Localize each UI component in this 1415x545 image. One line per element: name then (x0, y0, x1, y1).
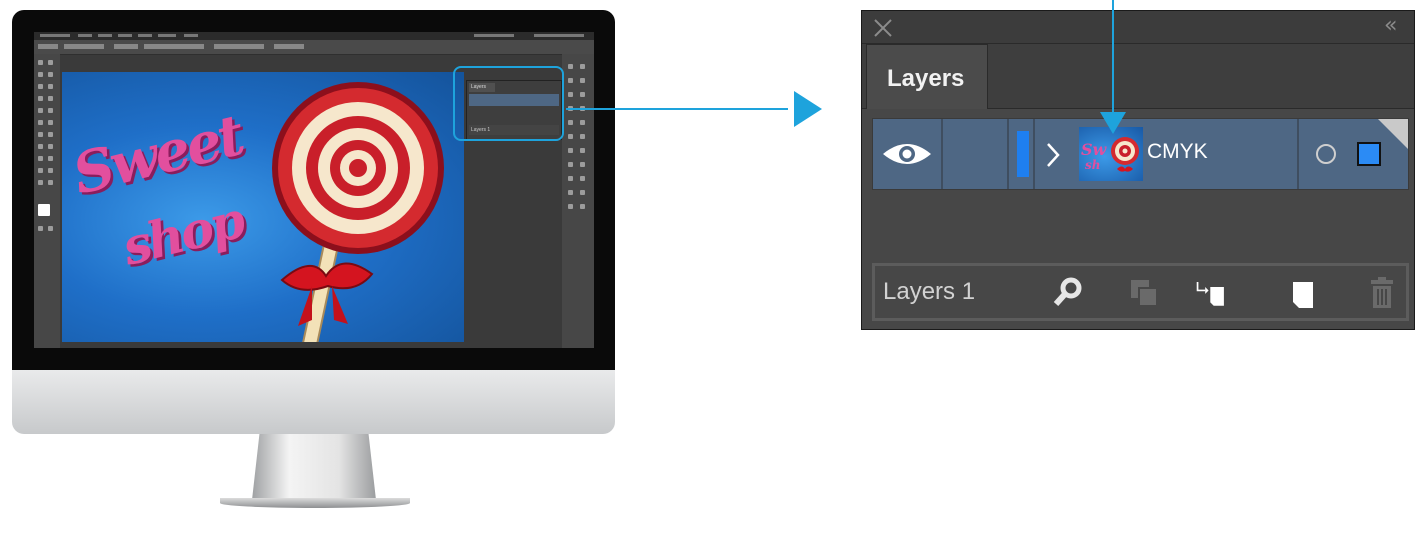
layer-color-strip (1017, 131, 1029, 177)
locate-object-icon[interactable] (1051, 276, 1085, 310)
monitor-bezel: Sweet shop Layers Layers 1 (12, 10, 615, 370)
monitor-chin (12, 370, 615, 434)
tab-layers[interactable]: Layers (866, 44, 988, 109)
panel-tabstrip: Layers (862, 44, 1414, 109)
eye-icon (883, 144, 931, 164)
panel-footer: Layers 1 (872, 263, 1409, 321)
connector-line (566, 108, 788, 110)
cell-divider (1007, 119, 1009, 189)
pointer-arrowhead (1100, 112, 1126, 134)
layer-count-label: Layers 1 (883, 278, 976, 305)
lollipop-illustration (272, 82, 444, 342)
cell-divider (1297, 119, 1299, 189)
corner-fold-indicator (1378, 119, 1408, 149)
connector-arrowhead (794, 91, 822, 127)
tools-panel (34, 54, 60, 348)
thumbnail-artwork: Sw sh (1081, 137, 1139, 172)
collapse-panel-icon[interactable]: « (1384, 15, 1410, 37)
right-dock-icons (562, 54, 594, 348)
visibility-toggle[interactable] (873, 119, 941, 189)
app-menubar (34, 32, 594, 40)
layer-name[interactable]: CMYK (1147, 140, 1208, 164)
artboard: Sweet shop (62, 72, 464, 342)
layers-panel: « Layers Sw sh CMYK Layers 1 (861, 10, 1415, 330)
target-circle-icon[interactable] (1316, 144, 1336, 164)
create-new-layer-icon[interactable] (1285, 276, 1319, 310)
pointer-line (1112, 0, 1114, 112)
panel-highlight-outline (453, 66, 564, 141)
lock-toggle[interactable] (943, 119, 1007, 189)
chevron-right-icon[interactable] (1043, 140, 1063, 170)
control-bar (34, 40, 594, 55)
layer-row[interactable]: Sw sh CMYK (872, 118, 1409, 190)
svg-text:sh: sh (1085, 158, 1100, 172)
svg-text:Sw: Sw (1081, 140, 1108, 159)
panel-titlebar: « (862, 11, 1414, 44)
delete-layer-icon[interactable] (1365, 276, 1399, 310)
monitor-stand (252, 434, 376, 500)
close-icon[interactable] (872, 17, 894, 39)
monitor-foot (220, 498, 410, 508)
cell-divider (1033, 119, 1035, 189)
layer-thumbnail: Sw sh (1079, 127, 1143, 181)
make-clipping-mask-icon[interactable] (1127, 276, 1161, 310)
create-sublayer-icon[interactable] (1195, 276, 1229, 310)
tab-layers-label: Layers (887, 65, 965, 92)
